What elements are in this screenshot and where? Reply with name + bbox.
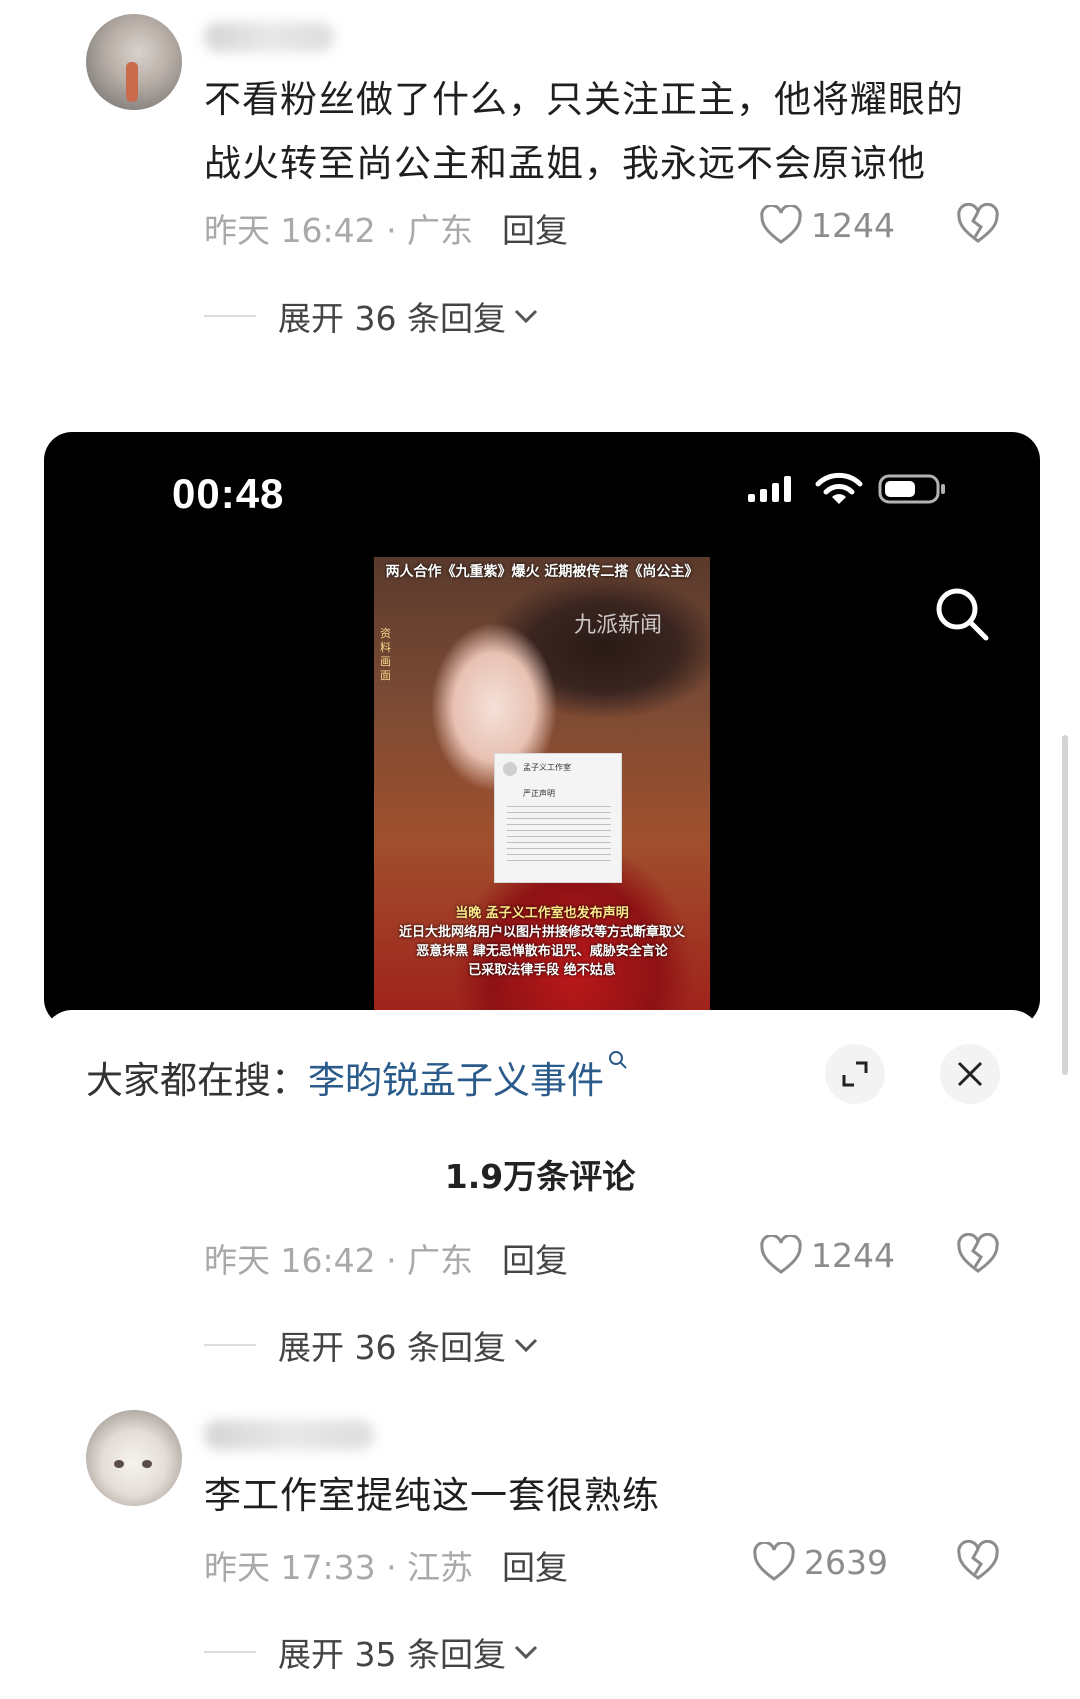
divider <box>204 1344 256 1346</box>
dislike-button[interactable] <box>956 1539 1000 1590</box>
expand-replies-label: 展开 36 条回复 <box>278 1328 506 1367</box>
like-count: 1244 <box>811 1235 895 1275</box>
divider <box>204 315 256 317</box>
expand-replies-button[interactable]: 展开 36 条回复 <box>204 1323 540 1367</box>
comment-time: 昨天 16:42 · 广东 <box>204 1241 474 1280</box>
comment-meta: 昨天 16:42 · 广东 回复 1244 <box>204 200 1004 250</box>
close-button[interactable] <box>940 1044 1000 1104</box>
search-icon <box>609 1051 627 1069</box>
broken-heart-icon <box>957 202 999 243</box>
avatar[interactable] <box>86 1410 182 1506</box>
search-icon[interactable] <box>932 584 992 644</box>
status-icons <box>746 470 948 508</box>
like-button[interactable]: 1244 <box>759 200 895 250</box>
heart-icon <box>760 1235 802 1274</box>
expand-replies-button[interactable]: 展开 35 条回复 <box>204 1630 540 1674</box>
expand-replies-label: 展开 35 条回复 <box>278 1635 506 1674</box>
broken-heart-icon <box>957 1232 999 1273</box>
comment-text-line1: 不看粉丝做了什么，只关注正主，他将耀眼的 <box>204 78 964 121</box>
chevron-down-icon <box>514 1645 538 1660</box>
divider <box>204 1651 256 1653</box>
comment-count: 1.9万条评论 <box>444 1157 636 1196</box>
video-subtitle: 已采取法律手段 绝不姑息 <box>468 963 616 978</box>
video-watermark: 九派新闻 <box>574 613 663 638</box>
username-blurred[interactable] <box>204 22 334 52</box>
scrollbar[interactable] <box>1062 735 1068 1075</box>
reply-button[interactable]: 回复 <box>502 1234 568 1282</box>
statement-document: 孟子义工作室 严正声明 <box>494 753 622 883</box>
video-player[interactable]: 00:48 两人合作《九重紫》爆火 近期被传二搭《尚公主》 资料画面 九派新闻 … <box>44 432 1040 1027</box>
dislike-button[interactable] <box>956 202 1000 253</box>
expand-icon <box>842 1061 868 1087</box>
comment-text-line2: 战火转至尚公主和孟姐，我永远不会原谅他 <box>204 142 926 185</box>
username-blurred[interactable] <box>204 1420 374 1450</box>
comment-meta: 昨天 16:42 · 广东 回复 1244 <box>204 1230 1004 1280</box>
video-subtitle: 恶意抹黑 肆无忌惮散布诅咒、威胁安全言论 <box>416 944 668 959</box>
video-thumbnail[interactable]: 两人合作《九重紫》爆火 近期被传二搭《尚公主》 资料画面 九派新闻 孟子义工作室… <box>374 557 710 1027</box>
video-subtitle: 当晚 孟子义工作室也发布声明 <box>455 906 629 921</box>
chevron-down-icon <box>514 309 538 324</box>
video-caption: 两人合作《九重紫》爆火 近期被传二搭《尚公主》 <box>385 564 699 580</box>
comment-text-line1: 李工作室提纯这一套很熟练 <box>204 1474 660 1517</box>
dislike-button[interactable] <box>956 1232 1000 1283</box>
chevron-down-icon <box>514 1338 538 1353</box>
expand-replies-label: 展开 36 条回复 <box>278 299 506 338</box>
avatar[interactable] <box>86 14 182 110</box>
reply-button[interactable]: 回复 <box>502 204 568 252</box>
expand-button[interactable] <box>825 1044 885 1104</box>
comment-time: 昨天 16:42 · 广东 <box>204 211 474 250</box>
like-button[interactable]: 1244 <box>759 1230 895 1280</box>
wifi-icon <box>815 472 863 504</box>
signal-icon <box>748 476 791 502</box>
heart-icon <box>760 205 802 244</box>
video-subtitle: 近日大批网络用户以图片拼接修改等方式断章取义 <box>398 925 685 940</box>
comment-meta: 昨天 17:33 · 江苏 回复 2639 <box>204 1537 1004 1587</box>
like-count: 1244 <box>811 205 895 245</box>
close-icon <box>957 1061 983 1087</box>
reply-button[interactable]: 回复 <box>502 1541 568 1589</box>
status-time: 00:48 <box>172 470 285 517</box>
trending-search-term[interactable]: 李昀锐孟子义事件 <box>308 1059 604 1102</box>
like-button[interactable]: 2639 <box>752 1537 888 1587</box>
broken-heart-icon <box>957 1539 999 1580</box>
comment-time: 昨天 17:33 · 江苏 <box>204 1548 474 1587</box>
expand-replies-button[interactable]: 展开 36 条回复 <box>204 294 540 338</box>
video-side-text: 资料画面 <box>380 627 391 682</box>
like-count: 2639 <box>804 1542 888 1582</box>
doc-text-lines <box>507 806 611 866</box>
doc-title: 孟子义工作室 <box>523 763 571 772</box>
trending-search-prefix: 大家都在搜： <box>86 1059 308 1102</box>
doc-avatar <box>503 762 517 776</box>
trending-search[interactable]: 大家都在搜：李昀锐孟子义事件 <box>86 1050 628 1104</box>
doc-subtitle: 严正声明 <box>523 789 555 798</box>
battery-icon <box>878 474 945 504</box>
heart-icon <box>753 1542 795 1581</box>
